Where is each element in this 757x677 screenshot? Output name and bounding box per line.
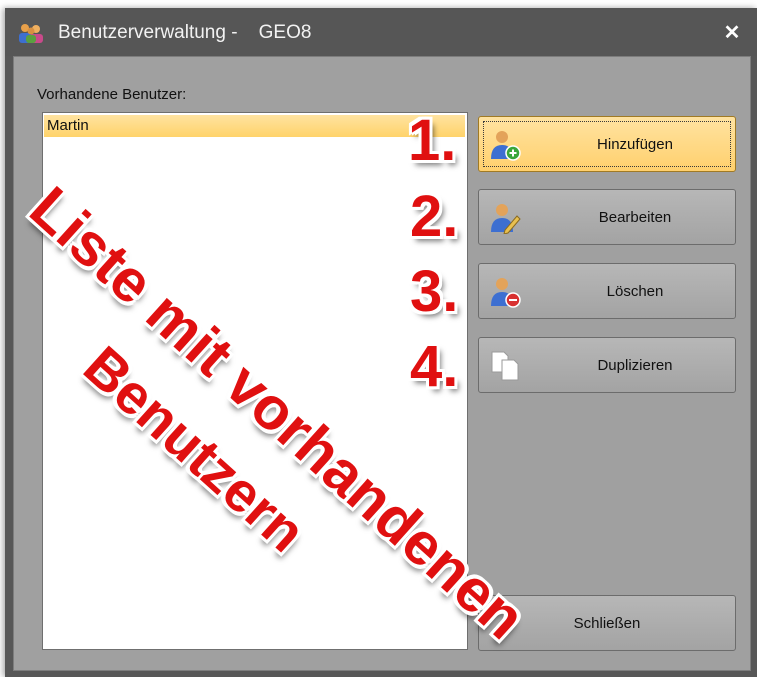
duplicate-user-button[interactable]: Duplizieren (478, 337, 736, 393)
duplicate-user-label: Duplizieren (597, 356, 673, 374)
user-management-window: Benutzerverwaltung - GEO8 ✕ Vorhandene B… (5, 8, 757, 677)
add-user-button[interactable]: Hinzufügen (478, 116, 736, 172)
close-window-button[interactable]: ✕ (721, 22, 743, 44)
annotation-number-3: 3. (410, 259, 459, 324)
annotation-number-2: 2. (410, 184, 459, 249)
add-user-label: Hinzufügen (597, 135, 673, 153)
list-item[interactable]: Martin (44, 115, 465, 137)
window-title: Benutzerverwaltung - GEO8 (58, 22, 312, 43)
delete-user-label: Löschen (606, 282, 664, 300)
edit-user-label: Bearbeiten (598, 208, 672, 226)
delete-user-button[interactable]: Löschen (478, 263, 736, 319)
users-list-label: Vorhandene Benutzer: (37, 86, 187, 103)
annotation-number-1: 1. (408, 108, 457, 173)
edit-user-button[interactable]: Bearbeiten (478, 189, 736, 245)
title-bar[interactable]: Benutzerverwaltung - GEO8 ✕ (5, 8, 757, 56)
close-icon: ✕ (723, 22, 741, 44)
user-add-icon (491, 131, 521, 161)
users-icon (19, 24, 43, 43)
annotation-number-4: 4. (410, 334, 459, 399)
